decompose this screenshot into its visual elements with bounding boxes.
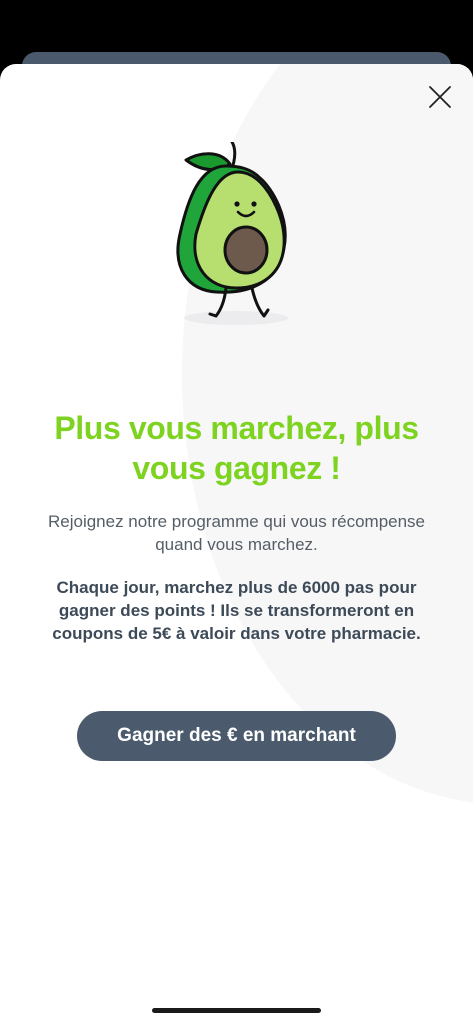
home-indicator[interactable] <box>152 1008 321 1013</box>
intro-text: Rejoignez notre programme qui vous récom… <box>47 512 426 554</box>
headline: Plus vous marchez, plus vous gagnez ! <box>54 410 419 486</box>
avocado-mascot-icon <box>176 142 288 325</box>
close-icon <box>429 86 451 108</box>
start-walking-button[interactable]: Gagner des € en marchant <box>77 711 396 761</box>
close-button[interactable] <box>422 79 458 115</box>
walking-rewards-modal: Plus vous marchez, plus vous gagnez ! Re… <box>0 64 473 1024</box>
program-details: Chaque jour, marchez plus de 6000 pas po… <box>52 578 421 643</box>
